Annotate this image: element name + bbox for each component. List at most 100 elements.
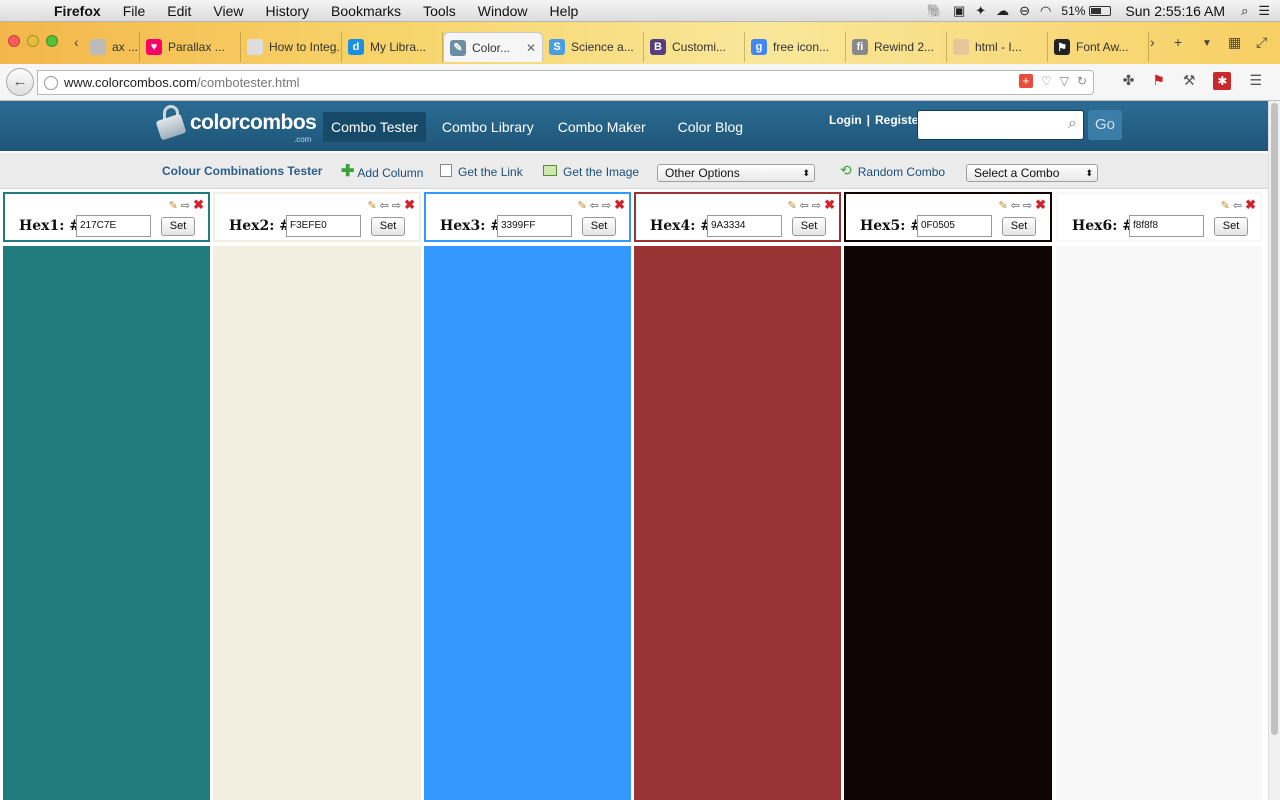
delete-icon[interactable]: ✖ [824, 197, 835, 213]
go-button[interactable]: Go [1088, 110, 1122, 140]
select-combo-select[interactable]: Select a Combo ⬍ [966, 164, 1098, 182]
move-right-icon[interactable]: ⇨ [181, 199, 190, 212]
tab[interactable]: d My Libra... [342, 32, 443, 62]
menu-icon[interactable]: ☰ [1249, 72, 1262, 90]
extension-icon[interactable]: ✤ [1123, 72, 1135, 90]
reload-icon[interactable]: ↻ [1077, 74, 1087, 88]
back-button[interactable]: ← [6, 68, 34, 96]
get-image-button[interactable]: Get the Image [543, 162, 639, 179]
dropbox-icon[interactable]: ✦ [975, 3, 986, 19]
pocket-icon[interactable]: ♡ [1041, 74, 1052, 88]
add-bookmark-icon[interactable]: + [1018, 74, 1033, 88]
nav-combo-tester[interactable]: Combo Tester [323, 112, 426, 142]
tab[interactable]: How to Integ... [241, 32, 342, 62]
hex-input[interactable]: 217C7E [76, 215, 151, 237]
tab[interactable]: g free icon... [745, 32, 846, 62]
menu-window[interactable]: Window [478, 3, 528, 19]
tab-active[interactable]: ✎ Color... ✕ [443, 32, 543, 62]
hex-input[interactable]: f8f8f8 [1129, 215, 1204, 237]
nav-color-blog[interactable]: Color Blog [670, 112, 751, 142]
edit-icon[interactable]: ✎ [169, 199, 178, 212]
close-tab-icon[interactable]: ✕ [526, 41, 536, 55]
url-bar[interactable]: www.colorcombos.com/combotester.html + ♡… [37, 70, 1094, 95]
evernote-icon[interactable]: 🐘 [927, 3, 943, 19]
minimize-window-button[interactable] [27, 35, 39, 47]
move-right-icon[interactable]: ⇨ [602, 199, 611, 212]
cloud-icon[interactable]: ☁ [996, 3, 1009, 19]
move-left-icon[interactable]: ⇦ [1011, 199, 1020, 212]
tab[interactable]: ♥ Parallax ... [140, 32, 241, 62]
search-input[interactable]: ⌕ [917, 110, 1084, 140]
move-left-icon[interactable]: ⇦ [1233, 199, 1242, 212]
set-button[interactable]: Set [161, 217, 195, 236]
menu-file[interactable]: File [123, 3, 146, 19]
tab[interactable]: fi Rewind 2... [846, 32, 947, 62]
move-left-icon[interactable]: ⇦ [590, 199, 599, 212]
close-window-button[interactable] [8, 35, 20, 47]
hex-input[interactable]: F3EFE0 [286, 215, 361, 237]
input-source-icon[interactable]: ▣ [953, 3, 965, 19]
delete-icon[interactable]: ✖ [614, 197, 625, 213]
move-right-icon[interactable]: ⇨ [392, 199, 401, 212]
dropdown-arrow-icon[interactable]: ▽ [1060, 74, 1069, 88]
add-column-button[interactable]: ✚ Add Column [341, 161, 423, 181]
menu-tools[interactable]: Tools [423, 3, 456, 19]
set-button[interactable]: Set [1002, 217, 1036, 236]
register-link[interactable]: Register [875, 113, 923, 127]
delete-icon[interactable]: ✖ [1035, 197, 1046, 213]
do-not-disturb-icon[interactable]: ⊖ [1019, 3, 1030, 19]
delete-icon[interactable]: ✖ [1245, 197, 1256, 213]
menu-view[interactable]: View [213, 3, 243, 19]
edit-icon[interactable]: ✎ [367, 199, 376, 212]
get-link-button[interactable]: Get the Link [440, 162, 523, 179]
tab-scroll-left-icon[interactable]: ‹ [74, 34, 79, 50]
move-right-icon[interactable]: ⇨ [1023, 199, 1032, 212]
dev-tools-icon[interactable]: ⚒ [1183, 72, 1196, 90]
new-tab-icon[interactable]: + [1174, 34, 1182, 50]
addon-icon[interactable]: ✱ [1213, 72, 1232, 90]
wifi-icon[interactable]: ◠ [1040, 3, 1051, 19]
set-button[interactable]: Set [371, 217, 405, 236]
edit-icon[interactable]: ✎ [577, 199, 586, 212]
edit-icon[interactable]: ✎ [998, 199, 1007, 212]
delete-icon[interactable]: ✖ [404, 197, 415, 213]
tab-groups-icon[interactable]: ▦ [1228, 34, 1241, 51]
tab-list-icon[interactable]: ▼ [1202, 38, 1212, 49]
edit-icon[interactable]: ✎ [1221, 199, 1230, 212]
hex-input[interactable]: 9A3334 [707, 215, 782, 237]
spotlight-icon[interactable]: ⌕ [1241, 3, 1248, 19]
random-combo-button[interactable]: ⟲ Random Combo [840, 162, 945, 179]
edit-icon[interactable]: ✎ [787, 199, 796, 212]
login-link[interactable]: Login [829, 113, 862, 127]
other-options-select[interactable]: Other Options ⬍ [657, 164, 815, 182]
delete-icon[interactable]: ✖ [193, 197, 204, 213]
battery-icon[interactable] [1089, 6, 1112, 16]
tab[interactable]: ax ... [84, 32, 140, 62]
search-icon[interactable]: ⌕ [1068, 115, 1077, 133]
tab-scroll-right-icon[interactable]: › [1150, 34, 1155, 50]
zoom-window-button[interactable] [46, 35, 58, 47]
scrollbar-thumb[interactable] [1271, 103, 1278, 735]
tab[interactable]: html - I... [947, 32, 1048, 62]
move-right-icon[interactable]: ⇨ [812, 199, 821, 212]
nav-combo-library[interactable]: Combo Library [434, 112, 542, 142]
set-button[interactable]: Set [792, 217, 826, 236]
tab[interactable]: ⚑ Font Aw... [1048, 32, 1149, 62]
tab[interactable]: S Science a... [543, 32, 644, 62]
menu-app-firefox[interactable]: Firefox [54, 3, 101, 19]
notification-center-icon[interactable]: ☰ [1258, 3, 1270, 19]
site-logo[interactable]: colorcombos .com [155, 105, 317, 144]
menu-bookmarks[interactable]: Bookmarks [331, 3, 401, 19]
move-left-icon[interactable]: ⇦ [800, 199, 809, 212]
set-button[interactable]: Set [1214, 217, 1248, 236]
menu-clock[interactable]: Sun 2:55:16 AM [1125, 3, 1225, 19]
hex-input[interactable]: 3399FF [497, 215, 572, 237]
fullscreen-icon[interactable]: ⤢ [1256, 34, 1267, 51]
hex-input[interactable]: 0F0505 [917, 215, 992, 237]
menu-history[interactable]: History [265, 3, 309, 19]
tab[interactable]: B Customi... [644, 32, 745, 62]
menu-help[interactable]: Help [550, 3, 579, 19]
vertical-scrollbar[interactable] [1268, 101, 1280, 800]
set-button[interactable]: Set [582, 217, 616, 236]
flag-icon[interactable]: ⚑ [1152, 72, 1165, 90]
